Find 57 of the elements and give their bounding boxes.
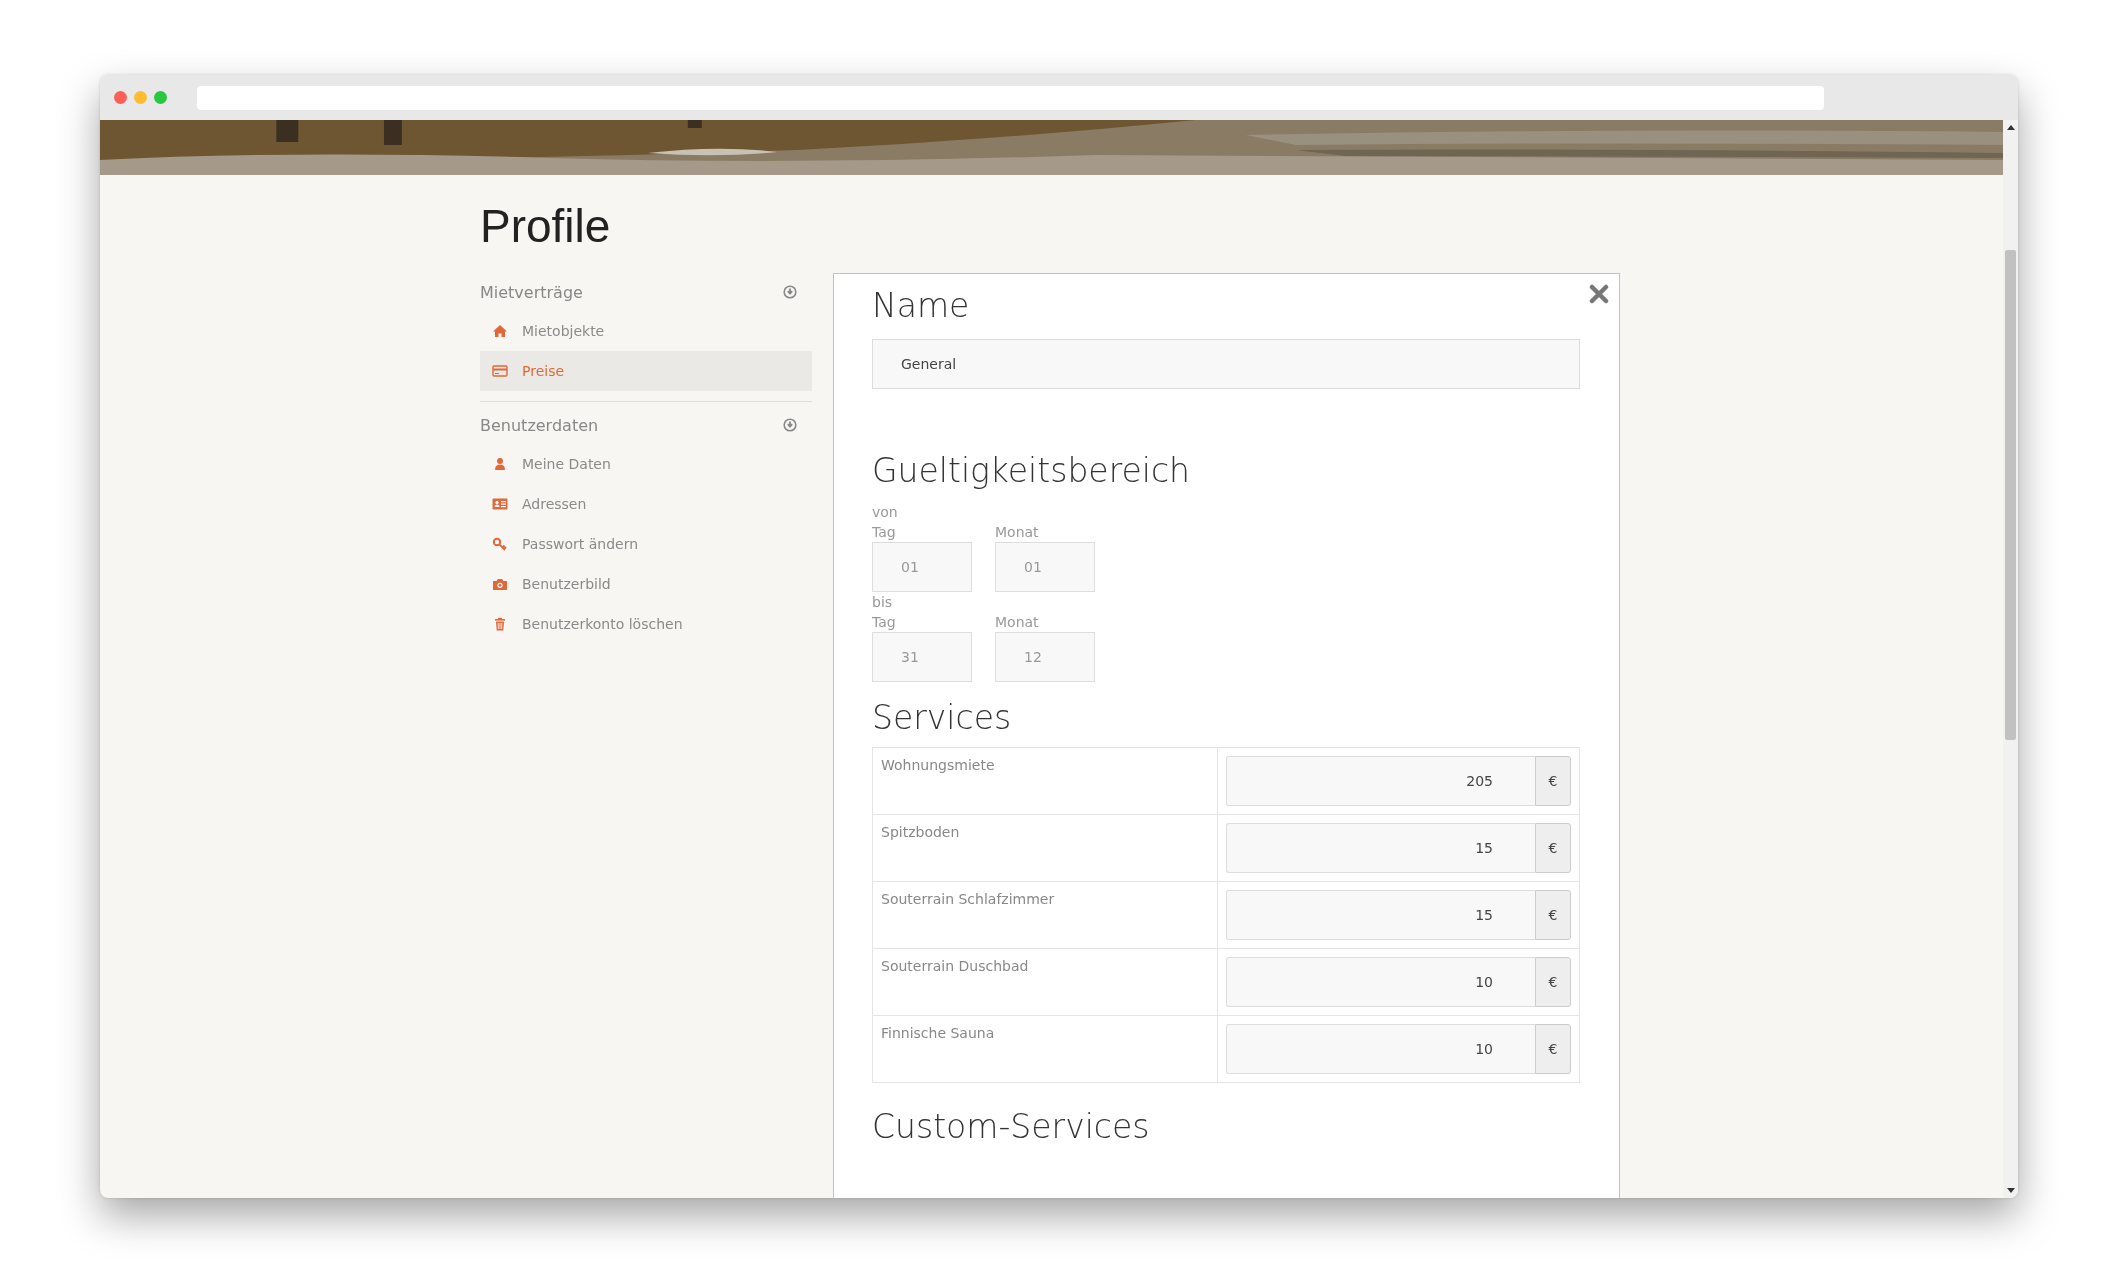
- scroll-down-icon[interactable]: [2006, 1188, 2015, 1193]
- house-icon: [492, 324, 508, 338]
- scrollbar[interactable]: [2003, 120, 2018, 1198]
- price-field[interactable]: 15: [1226, 823, 1535, 873]
- sidebar-item[interactable]: Adressen: [480, 484, 812, 524]
- service-name-cell: Wohnungsmiete: [872, 747, 1218, 815]
- currency-addon: €: [1535, 957, 1571, 1007]
- section-heading: Custom-Services: [872, 1107, 1151, 1146]
- id-card-icon: [492, 497, 508, 511]
- month-field[interactable]: 01: [995, 542, 1095, 592]
- currency-addon: €: [1535, 1024, 1571, 1074]
- field-label: Monat: [995, 613, 1040, 632]
- month-field[interactable]: 12: [995, 632, 1095, 682]
- section-heading: Services: [872, 698, 1013, 737]
- sidebar-item[interactable]: Benutzerkonto löschen: [480, 604, 812, 644]
- service-name-cell: Finnische Sauna: [872, 1015, 1218, 1083]
- currency-addon: €: [1535, 890, 1571, 940]
- currency-addon: €: [1535, 756, 1571, 806]
- service-name-cell: Souterrain Schlafzimmer: [872, 881, 1218, 949]
- sidebar-item[interactable]: Preise: [480, 351, 812, 391]
- scrollbar-thumb[interactable]: [2005, 250, 2016, 740]
- key-icon: [492, 537, 508, 551]
- day-field[interactable]: 01: [872, 542, 972, 592]
- trash-icon: [492, 617, 508, 631]
- scroll-up-icon[interactable]: [2006, 125, 2015, 130]
- maximize-window-icon[interactable]: [154, 91, 167, 104]
- download-icon[interactable]: [783, 285, 797, 299]
- minimize-window-icon[interactable]: [134, 91, 147, 104]
- name-field[interactable]: General: [872, 339, 1580, 389]
- sidebar-item[interactable]: Meine Daten: [480, 444, 812, 484]
- person-icon: [492, 457, 508, 471]
- currency-addon: €: [1535, 823, 1571, 873]
- field-label: Tag: [872, 613, 897, 632]
- close-icon[interactable]: [1589, 284, 1609, 304]
- section-heading: Gueltigkeitsbereich: [872, 451, 1192, 490]
- service-name-cell: Spitzboden: [872, 814, 1218, 882]
- range-label: bis: [872, 593, 894, 612]
- camera-icon: [492, 577, 508, 591]
- field-label: Tag: [872, 523, 897, 542]
- section-title: Mietverträge: [480, 282, 583, 302]
- sidebar-item[interactable]: Mietobjekte: [480, 311, 812, 351]
- range-label: von: [872, 503, 899, 522]
- price-field[interactable]: 15: [1226, 890, 1535, 940]
- download-icon[interactable]: [783, 418, 797, 432]
- service-name-cell: Souterrain Duschbad: [872, 948, 1218, 1016]
- sidebar-item[interactable]: Passwort ändern: [480, 524, 812, 564]
- close-window-icon[interactable]: [114, 91, 127, 104]
- price-field[interactable]: 10: [1226, 957, 1535, 1007]
- section-heading: Name: [872, 286, 971, 325]
- sidebar-item[interactable]: Benutzerbild: [480, 564, 812, 604]
- day-field[interactable]: 31: [872, 632, 972, 682]
- price-field[interactable]: 205: [1226, 756, 1535, 806]
- price-field[interactable]: 10: [1226, 1024, 1535, 1074]
- section-title: Benutzerdaten: [480, 415, 599, 435]
- page-title: Profile: [480, 199, 612, 253]
- field-label: Monat: [995, 523, 1040, 542]
- card-icon: [492, 364, 508, 378]
